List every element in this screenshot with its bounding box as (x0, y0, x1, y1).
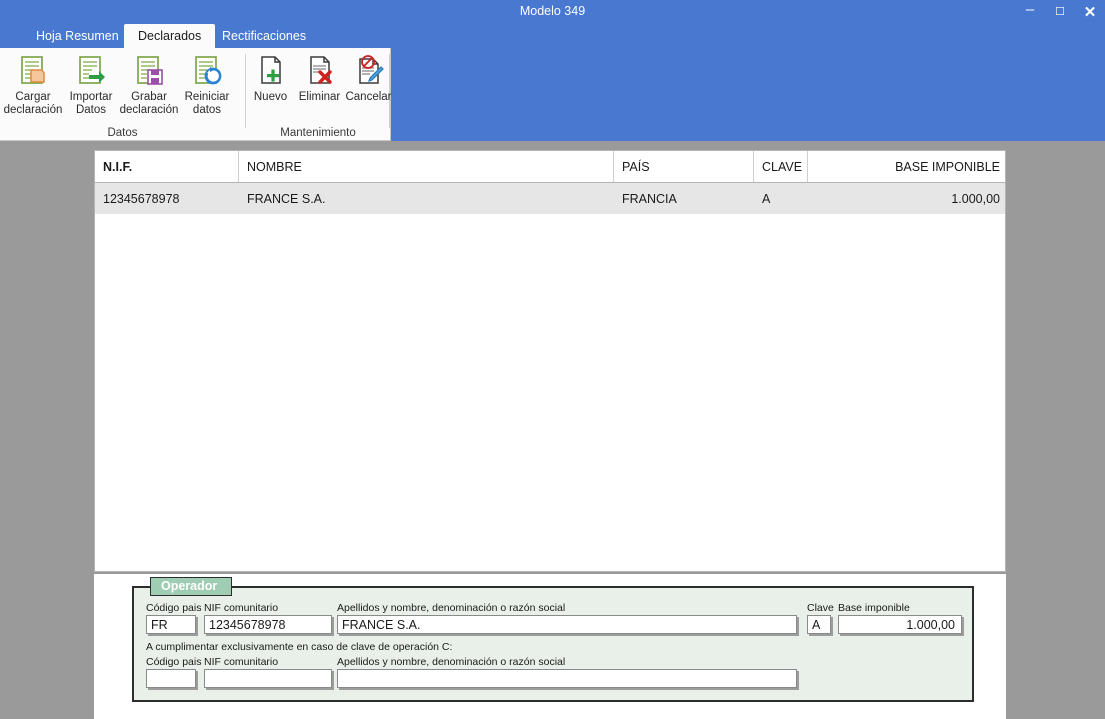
label-nombre-secondary: Apellidos y nombre, denominación o razón… (337, 656, 566, 668)
reiniciar-datos-label: Reiniciar datos (184, 91, 230, 116)
tab-strip: Hoja Resumen Declarados Rectificaciones (0, 24, 1105, 48)
detail-panel: Operador Código pais NIF comunitario Ape… (94, 574, 1006, 719)
input-codigo-pais-secondary[interactable] (146, 669, 196, 688)
eliminar-button[interactable]: Eliminar (295, 48, 344, 104)
eliminar-label: Eliminar (298, 91, 341, 103)
reiniciar-datos-button[interactable]: Reiniciar datos (178, 48, 236, 117)
label-clave: Clave (807, 602, 834, 614)
cell-nombre: FRANCE S.A. (247, 191, 326, 206)
input-codigo-pais-primary[interactable]: FR (146, 615, 196, 634)
save-declaration-icon (132, 54, 166, 88)
maximize-button[interactable]: ☐ (1045, 0, 1075, 24)
ribbon-toolbar: Cargar declaración Importar Datos Grabar… (0, 48, 393, 141)
cell-pais: FRANCIA (622, 191, 677, 206)
label-nif-comunitario-secondary: NIF comunitario (204, 656, 279, 668)
cargar-declaracion-label: Cargar declaración (3, 91, 63, 116)
tab-declarados[interactable]: Declarados (124, 24, 216, 48)
input-nombre-secondary[interactable] (337, 669, 797, 688)
cell-base-imponible: 1.000,00 (951, 191, 1000, 206)
cell-clave: A (762, 191, 771, 206)
cargar-declaracion-button[interactable]: Cargar declaración (4, 48, 62, 117)
label-base-imponible: Base imponible (838, 602, 910, 614)
column-header-clave[interactable]: CLAVE (754, 151, 808, 182)
input-nif-comunitario-primary[interactable]: 12345678978 (204, 615, 332, 634)
new-document-icon (254, 54, 288, 88)
ribbon-group-datos-label: Datos (107, 127, 138, 139)
importar-datos-label: Importar Datos (69, 91, 113, 116)
column-header-nombre[interactable]: NOMBRE (239, 151, 614, 182)
operador-fieldset: Operador Código pais NIF comunitario Ape… (132, 577, 974, 702)
cancel-edit-icon (352, 54, 386, 88)
column-header-base-imponible[interactable]: BASE IMPONIBLE (808, 151, 1005, 182)
ribbon-group-mantenimiento: Nuevo Eliminar Cancelar Mantenimiento (246, 48, 393, 141)
nuevo-label: Nuevo (253, 91, 288, 103)
label-nombre-primary: Apellidos y nombre, denominación o razón… (337, 602, 566, 614)
window-title: Modelo 349 (519, 4, 586, 18)
delete-document-icon (303, 54, 337, 88)
label-codigo-pais-primary: Código pais (146, 602, 202, 614)
input-base-imponible[interactable]: 1.000,00 (838, 615, 962, 634)
tab-rectificaciones[interactable]: Rectificaciones (208, 24, 320, 48)
label-codigo-pais-secondary: Código pais (146, 656, 202, 668)
title-bar: Modelo 349 – ☐ ✕ (0, 0, 1105, 24)
cancelar-button[interactable]: Cancelar (344, 48, 393, 104)
table-row[interactable]: 12345678978 FRANCE S.A. FRANCIA A 1.000,… (95, 183, 1005, 214)
input-clave[interactable]: A (807, 615, 831, 634)
nuevo-button[interactable]: Nuevo (246, 48, 295, 104)
ribbon-group-datos: Cargar declaración Importar Datos Grabar… (0, 48, 245, 141)
ribbon-filler (391, 48, 1105, 141)
tab-hoja-resumen[interactable]: Hoja Resumen (22, 24, 133, 48)
input-nombre-primary[interactable]: FRANCE S.A. (337, 615, 797, 634)
declarados-grid[interactable]: N.I.F. NOMBRE PAÍS CLAVE BASE IMPONIBLE … (94, 150, 1006, 572)
ribbon-group-mantenimiento-label: Mantenimiento (280, 127, 356, 139)
grabar-declaracion-button[interactable]: Grabar declaración (120, 48, 178, 117)
cell-nif: 12345678978 (103, 191, 180, 206)
work-area: N.I.F. NOMBRE PAÍS CLAVE BASE IMPONIBLE … (0, 142, 1105, 719)
clave-c-note: A cumplimentar exclusivamente en caso de… (146, 641, 453, 653)
load-declaration-icon (16, 54, 50, 88)
window-controls: – ☐ ✕ (1015, 0, 1105, 24)
application-window: Modelo 349 – ☐ ✕ Hoja Resumen Declarados… (0, 0, 1105, 719)
import-data-icon (74, 54, 108, 88)
importar-datos-button[interactable]: Importar Datos (62, 48, 120, 117)
column-header-nif[interactable]: N.I.F. (95, 151, 239, 182)
cancelar-label: Cancelar (345, 91, 392, 103)
grabar-declaracion-label: Grabar declaración (119, 91, 179, 116)
column-header-pais[interactable]: PAÍS (614, 151, 754, 182)
input-nif-comunitario-secondary[interactable] (204, 669, 332, 688)
label-nif-comunitario-primary: NIF comunitario (204, 602, 279, 614)
grid-header-row: N.I.F. NOMBRE PAÍS CLAVE BASE IMPONIBLE (95, 151, 1005, 183)
reset-data-icon (190, 54, 224, 88)
close-button[interactable]: ✕ (1075, 0, 1105, 24)
minimize-button[interactable]: – (1015, 0, 1045, 24)
operador-legend: Operador (150, 577, 233, 596)
